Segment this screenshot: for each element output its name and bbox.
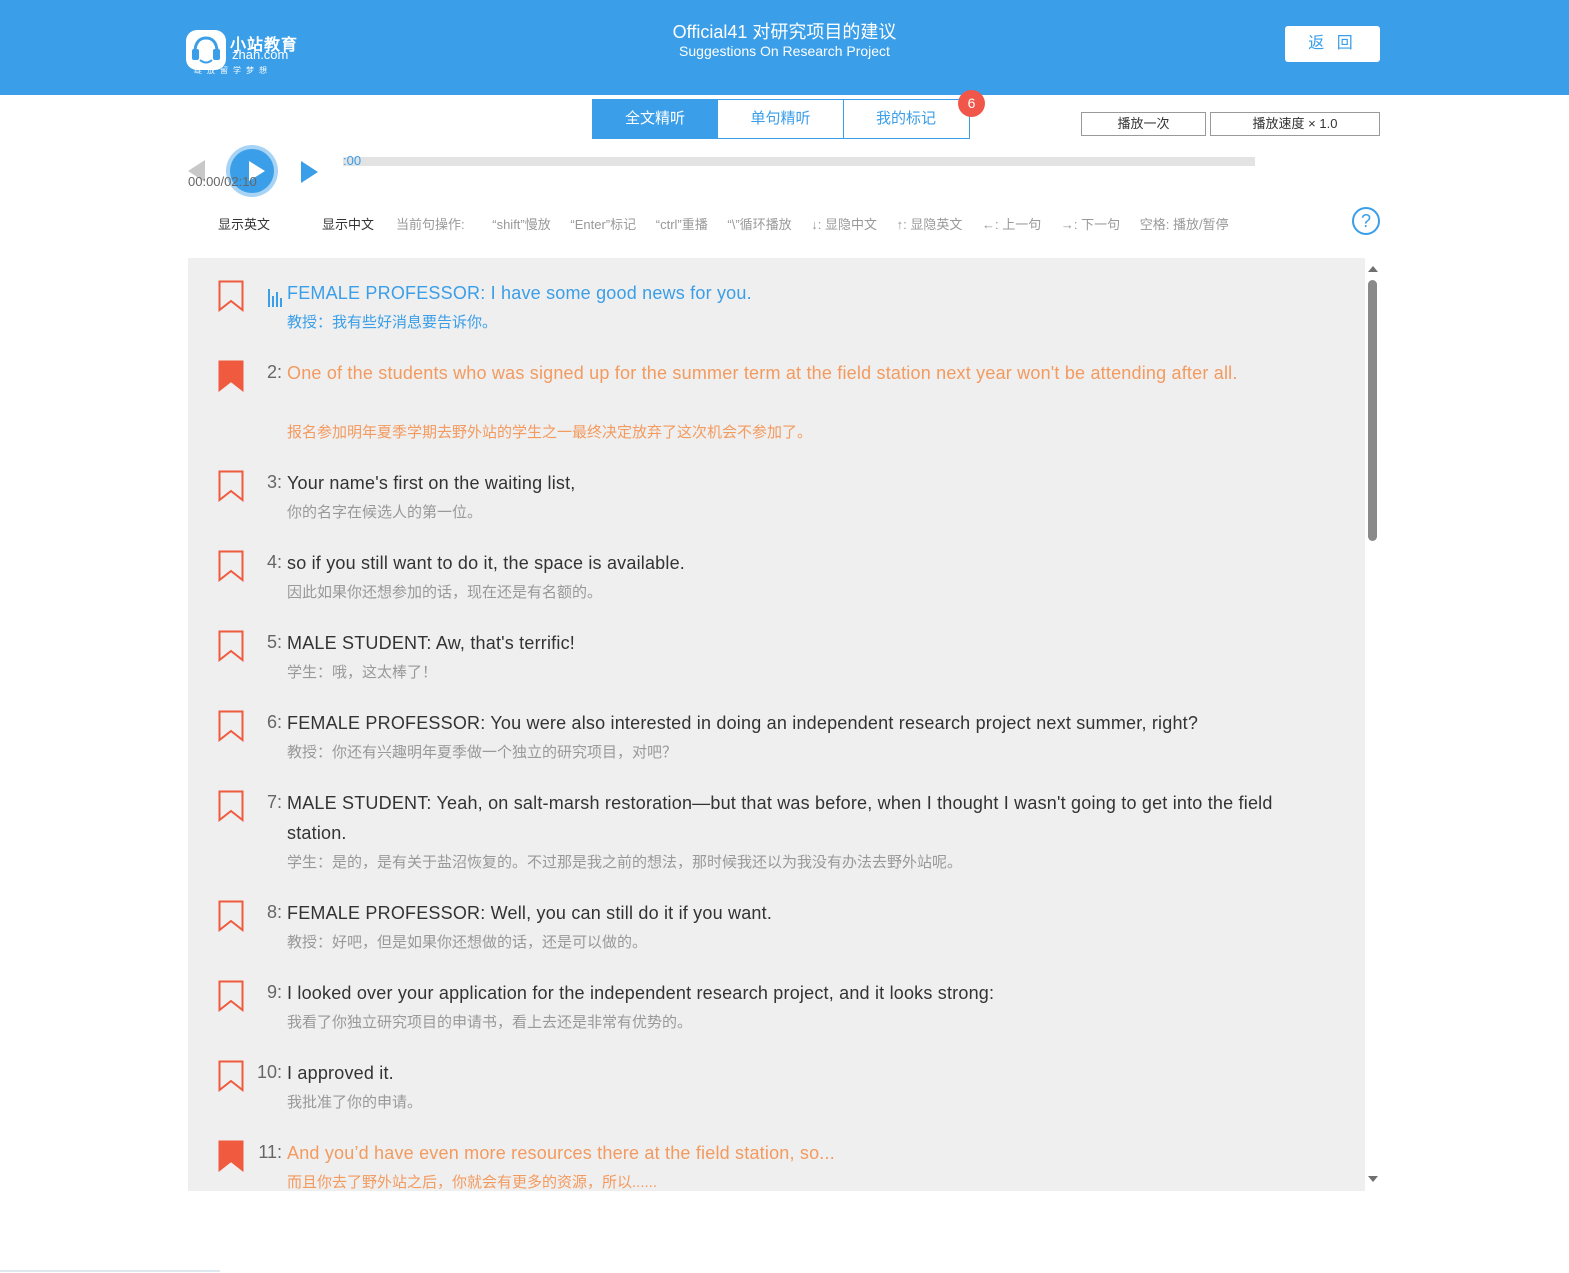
transcript-panel: FEMALE PROFESSOR: I have some good news … xyxy=(188,258,1365,1191)
shortcut-hint: “Enter”标记 xyxy=(570,217,637,232)
sentence-english: FEMALE PROFESSOR: Well, you can still do… xyxy=(287,903,773,923)
tab-my-marks[interactable]: 我的标记 xyxy=(842,99,970,139)
tab-sentence-listening[interactable]: 单句精听 xyxy=(717,99,844,139)
shortcut-hint: “shift”慢放 xyxy=(492,217,551,232)
back-button[interactable]: 返 回 xyxy=(1285,26,1380,62)
transcript-scrollbar[interactable] xyxy=(1365,258,1380,1191)
sentence-english: so if you still want to do it, the space… xyxy=(287,553,686,573)
sentence-chinese: 学生：是的，是有关于盐沼恢复的。不过那是我之前的想法，那时候我还以为我没有办法去… xyxy=(287,854,963,871)
shortcut-hint: →: 下一句 xyxy=(1060,217,1121,232)
sentence-number: 2: xyxy=(266,362,282,382)
sentence-chinese: 你的名字在候选人的第一位。 xyxy=(287,504,483,521)
shortcut-hint: “ctrl”重播 xyxy=(655,217,708,232)
sentence-number: 5: xyxy=(266,632,282,652)
next-icon[interactable] xyxy=(301,161,318,183)
sentence-chinese: 因此如果你还想参加的话，现在还是有名额的。 xyxy=(287,584,603,601)
sentence-number: 10: xyxy=(256,1062,282,1082)
sentence-english: MALE STUDENT: Yeah, on salt-marsh restor… xyxy=(287,793,1273,843)
sentence-english: And you’d have even more resources there… xyxy=(287,1143,835,1163)
sentence-english: MALE STUDENT: Aw, that's terrific! xyxy=(287,633,575,653)
help-icon[interactable]: ? xyxy=(1352,207,1380,235)
play-once-button[interactable]: 播放一次 xyxy=(1081,112,1206,136)
sentence-english: One of the students who was signed up fo… xyxy=(287,363,1238,383)
show-english-toggle[interactable]: 显示英文 xyxy=(218,214,270,233)
bookmark-icon[interactable] xyxy=(218,280,244,312)
sentence-english: FEMALE PROFESSOR: You were also interest… xyxy=(287,713,1199,733)
scroll-thumb[interactable] xyxy=(1368,280,1377,541)
sentence-english: I looked over your application for the i… xyxy=(287,983,995,1003)
sentence-number: 6: xyxy=(266,712,282,732)
scroll-up-icon[interactable] xyxy=(1368,266,1378,272)
sentence-number: 3: xyxy=(266,472,282,492)
sentence-english: Your name's first on the waiting list, xyxy=(287,473,576,493)
progress-time-label: :00 xyxy=(343,154,362,166)
logo-slogan: 绽放留学梦想 xyxy=(194,66,272,75)
tab-full-text-listening[interactable]: 全文精听 xyxy=(591,99,719,139)
sentence-chinese: 而且你去了野外站之后，你就会有更多的资源，所以...... xyxy=(287,1174,658,1191)
footer-divider xyxy=(0,1270,220,1272)
mode-tabs: 全文精听 单句精听 我的标记 xyxy=(591,99,970,140)
shortcut-hints: 当前句操作: “shift”慢放 “Enter”标记 “ctrl”重播 “\”循… xyxy=(396,214,1245,233)
sentence-chinese: 教授：你还有兴趣明年夏季做一个独立的研究项目，对吧？ xyxy=(287,744,678,761)
time-display: 00:00/02:10 xyxy=(188,174,257,189)
shortcut-label: 当前句操作: xyxy=(396,217,465,232)
sentence-chinese: 我看了你独立研究项目的申请书，看上去还是非常有优势的。 xyxy=(287,1014,693,1031)
app-header: 小站教育 zhan.com 绽放留学梦想 Official41 对研究项目的建议… xyxy=(0,0,1569,95)
marks-count-badge: 6 xyxy=(958,90,985,117)
sentence-chinese: 我批准了你的申请。 xyxy=(287,1094,423,1111)
show-chinese-toggle[interactable]: 显示中文 xyxy=(322,214,374,233)
sentence-number: 7: xyxy=(266,792,282,812)
scroll-down-icon[interactable] xyxy=(1368,1176,1378,1182)
sentence-chinese: 教授：我有些好消息要告诉你。 xyxy=(287,314,498,331)
sentence-english: I approved it. xyxy=(287,1063,394,1083)
sentence-chinese: 报名参加明年夏季学期去野外站的学生之一最终决定放弃了这次机会不参加了。 xyxy=(287,424,813,441)
shortcut-hint: 空格: 播放/暂停 xyxy=(1139,217,1229,232)
shortcut-hint: ←: 上一句 xyxy=(982,217,1042,232)
shortcut-hint: ↓: 显隐中文 xyxy=(811,217,878,232)
audio-playing-icon xyxy=(268,289,282,307)
shortcut-hint: ↑: 显隐英文 xyxy=(896,217,963,232)
play-button[interactable] xyxy=(226,145,278,197)
sentence-number: 9: xyxy=(266,982,282,1002)
sentence-number: 11: xyxy=(258,1142,282,1162)
shortcut-hint: “\”循环播放 xyxy=(727,217,792,232)
sentence-english: FEMALE PROFESSOR: I have some good news … xyxy=(287,283,752,303)
sentence-number: 8: xyxy=(266,902,282,922)
sentence-chinese: 教授：好吧，但是如果你还想做的话，还是可以做的。 xyxy=(287,934,648,951)
progress-bar[interactable] xyxy=(343,157,1255,166)
playback-speed-button[interactable]: 播放速度 × 1.0 xyxy=(1210,112,1380,136)
sentence-number: 4: xyxy=(266,552,282,572)
sentence-chinese: 学生：哦，这太棒了！ xyxy=(287,664,438,681)
